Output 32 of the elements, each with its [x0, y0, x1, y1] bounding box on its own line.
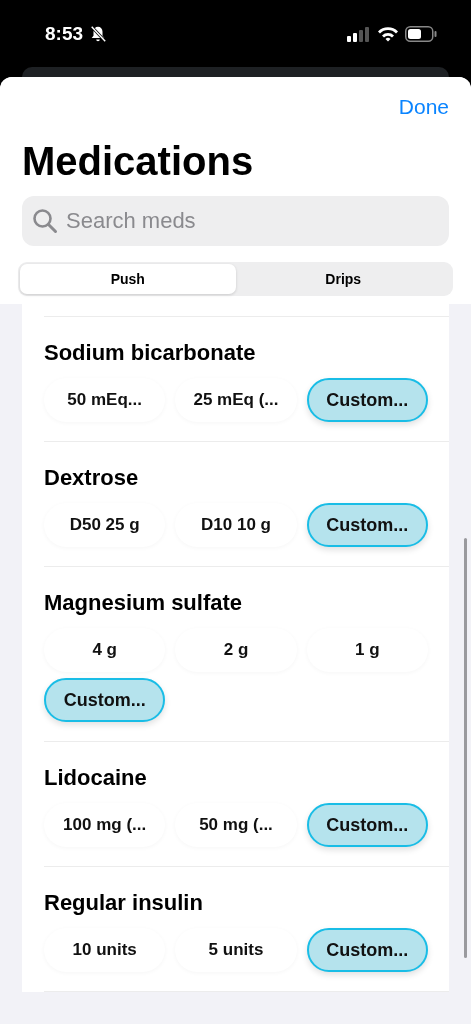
wifi-icon [377, 25, 399, 42]
signal-icon [347, 25, 371, 42]
search-field[interactable]: Search meds [22, 196, 449, 246]
medication-name: Magnesium sulfate [44, 590, 244, 616]
segment-tab[interactable]: Drips [235, 264, 451, 294]
medication-name: Lidocaine [44, 765, 148, 791]
segment-tab[interactable]: Push [20, 264, 236, 294]
dose-button[interactable]: 2 g [175, 628, 297, 672]
dose-button[interactable]: 100 mg (... [44, 803, 166, 847]
dose-button[interactable]: 10 units [44, 928, 166, 972]
dose-button[interactable]: 25 mEq (... [175, 378, 297, 422]
dose-button[interactable]: Custom... [306, 803, 428, 847]
status-time: 8:53 [45, 22, 84, 45]
battery-icon [405, 25, 437, 42]
dose-button[interactable]: Custom... [306, 503, 428, 547]
dose-button[interactable]: Custom... [44, 678, 166, 722]
dose-button[interactable]: D10 10 g [175, 503, 297, 547]
bell-slash-icon [89, 24, 108, 43]
dose-button[interactable]: D50 25 g [44, 503, 166, 547]
medication-name: Sodium bicarbonate [44, 340, 257, 366]
search-icon [32, 208, 58, 234]
page-title: Medications [22, 138, 255, 185]
dose-button[interactable]: 50 mEq... [44, 378, 166, 422]
done-button[interactable]: Done [398, 94, 449, 120]
dose-button[interactable]: Custom... [306, 928, 428, 972]
dose-button[interactable]: Custom... [306, 378, 428, 422]
dose-button[interactable]: 1 g [306, 628, 428, 672]
medication-name: Regular insulin [44, 890, 204, 916]
dose-button[interactable]: 4 g [44, 628, 166, 672]
dose-button[interactable]: 5 units [175, 928, 297, 972]
medication-name: Dextrose [44, 465, 140, 491]
dose-button[interactable]: 50 mg (... [175, 803, 297, 847]
